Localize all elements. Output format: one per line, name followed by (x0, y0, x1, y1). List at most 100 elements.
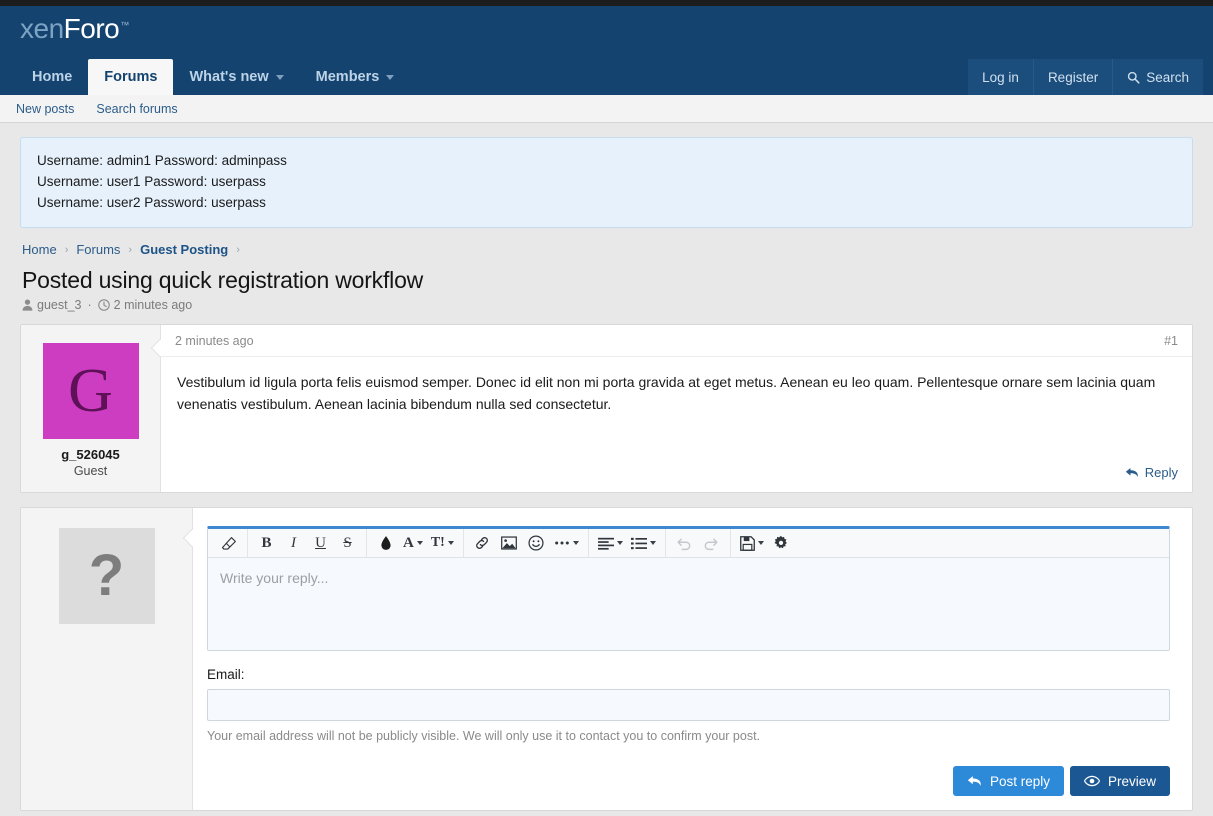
logo-trademark: ™ (120, 20, 129, 30)
redo-icon[interactable] (698, 530, 725, 556)
list-icon[interactable] (627, 530, 660, 556)
thread-author[interactable]: guest_3 (37, 298, 81, 312)
avatar[interactable]: G (43, 343, 139, 439)
chevron-down-icon (448, 541, 454, 545)
breadcrumb-item-home[interactable]: Home (22, 242, 57, 257)
site-header: xenForo™ Home Forums What's new Members … (0, 6, 1213, 95)
avatar: ? (59, 528, 155, 624)
post-author-sidebar: G g_526045 Guest (21, 325, 161, 492)
logo-text-part1: xen (20, 13, 64, 44)
text-align-icon[interactable] (594, 530, 627, 556)
post-reply-label: Post reply (990, 774, 1050, 789)
thread-meta: guest_3 · 2 minutes ago (20, 298, 1193, 312)
text-color-icon[interactable] (372, 530, 399, 556)
undo-icon[interactable] (671, 530, 698, 556)
login-button[interactable]: Log in (968, 59, 1033, 95)
reply-form-container: ? B I U S (20, 507, 1193, 811)
reply-label: Reply (1145, 465, 1178, 480)
strikethrough-icon[interactable]: S (334, 530, 361, 556)
form-action-buttons: Post reply Preview (207, 766, 1170, 796)
email-field-label: Email: (207, 667, 1170, 682)
toolbar-group-paragraph (588, 529, 665, 558)
search-label: Search (1146, 70, 1189, 85)
underline-icon[interactable]: U (307, 530, 334, 556)
toolbar-group-insert (463, 529, 588, 558)
nav-item-label: What's new (189, 69, 268, 85)
breadcrumb-separator-icon: › (236, 244, 240, 256)
post-header: 2 minutes ago #1 (161, 325, 1192, 357)
insert-image-icon[interactable] (496, 530, 523, 556)
chevron-down-icon (758, 541, 764, 545)
preview-button[interactable]: Preview (1070, 766, 1170, 796)
post-container: G g_526045 Guest 2 minutes ago #1 Vestib… (20, 324, 1193, 493)
toolbar-group-formatting-clear (210, 529, 247, 558)
eye-icon (1084, 775, 1100, 787)
insert-link-icon[interactable] (469, 530, 496, 556)
logo-text-part2: Foro (64, 13, 120, 44)
user-icon (22, 299, 33, 311)
meta-separator: · (87, 298, 91, 312)
reply-editor-input[interactable]: Write your reply... (208, 558, 1169, 650)
main-navigation: Home Forums What's new Members Log in Re… (0, 52, 1213, 95)
email-field[interactable] (207, 689, 1170, 721)
font-size-icon[interactable]: T! (427, 530, 458, 556)
breadcrumb-item-guest-posting[interactable]: Guest Posting (140, 242, 228, 257)
post-permalink-number[interactable]: #1 (1164, 334, 1178, 348)
nav-item-forums[interactable]: Forums (88, 59, 173, 95)
reply-form-main: B I U S A T! (193, 508, 1192, 810)
gear-icon[interactable] (768, 530, 795, 556)
post-author-name[interactable]: g_526045 (29, 447, 152, 462)
toolbar-group-draft-settings (730, 529, 800, 558)
toolbar-group-text-style: B I U S (247, 529, 366, 558)
reply-button[interactable]: Reply (1125, 465, 1178, 480)
sub-navigation: New posts Search forums (0, 95, 1213, 123)
chevron-down-icon (573, 541, 579, 545)
post-timestamp[interactable]: 2 minutes ago (175, 334, 254, 348)
chevron-down-icon (650, 541, 656, 545)
register-label: Register (1048, 70, 1098, 85)
subnav-item-search-forums[interactable]: Search forums (96, 102, 177, 116)
notice-line: Username: user2 Password: userpass (37, 192, 1176, 213)
chevron-down-icon (276, 75, 284, 80)
nav-item-whats-new[interactable]: What's new (173, 59, 299, 95)
insert-smilie-icon[interactable] (523, 530, 550, 556)
post-footer: Reply (161, 459, 1192, 492)
font-size-glyph: T! (431, 535, 445, 551)
breadcrumb: Home › Forums › Guest Posting › (20, 242, 1193, 257)
more-options-icon[interactable] (550, 530, 583, 556)
search-button[interactable]: Search (1112, 59, 1203, 95)
rich-text-editor: B I U S A T! (207, 526, 1170, 651)
subnav-item-new-posts[interactable]: New posts (16, 102, 74, 116)
editor-toolbar: B I U S A T! (208, 529, 1169, 558)
drafts-icon[interactable] (736, 530, 768, 556)
nav-item-label: Forums (104, 69, 157, 85)
email-hint-text: Your email address will not be publicly … (207, 729, 1170, 743)
page-content: Username: admin1 Password: adminpass Use… (0, 123, 1213, 811)
bold-icon[interactable]: B (253, 530, 280, 556)
toolbar-group-history (665, 529, 730, 558)
toolbar-group-font: A T! (366, 529, 463, 558)
breadcrumb-separator-icon: › (128, 244, 132, 256)
chevron-down-icon (386, 75, 394, 80)
reply-form-sidebar: ? (21, 508, 193, 810)
thread-time[interactable]: 2 minutes ago (114, 298, 193, 312)
post-arrow (152, 339, 161, 357)
search-icon (1127, 71, 1140, 84)
font-family-icon[interactable]: A (399, 530, 427, 556)
post-reply-button[interactable]: Post reply (953, 766, 1064, 796)
post-author-role: Guest (29, 464, 152, 478)
preview-label: Preview (1108, 774, 1156, 789)
nav-item-home[interactable]: Home (16, 59, 88, 95)
credentials-notice: Username: admin1 Password: adminpass Use… (20, 137, 1193, 228)
chevron-down-icon (417, 541, 423, 545)
reply-arrow-icon (1125, 467, 1139, 479)
breadcrumb-item-forums[interactable]: Forums (76, 242, 120, 257)
remove-formatting-icon[interactable] (215, 530, 242, 556)
nav-primary-items: Home Forums What's new Members (16, 52, 410, 95)
register-button[interactable]: Register (1033, 59, 1112, 95)
font-family-glyph: A (403, 535, 414, 552)
nav-item-members[interactable]: Members (300, 59, 411, 95)
site-logo[interactable]: xenForo™ (20, 15, 129, 43)
italic-icon[interactable]: I (280, 530, 307, 556)
clock-icon (98, 299, 110, 311)
